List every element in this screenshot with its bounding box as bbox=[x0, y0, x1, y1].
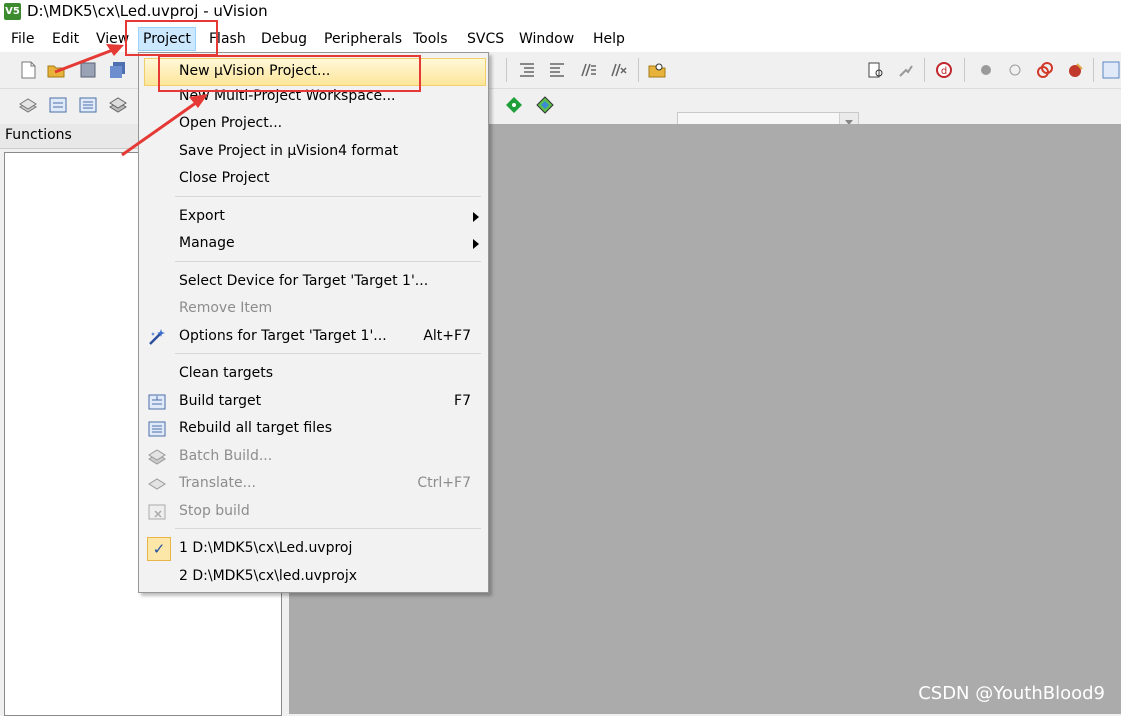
browse-icon[interactable] bbox=[896, 60, 916, 80]
disable-breakpoint-icon[interactable] bbox=[1005, 60, 1025, 80]
indent-icon[interactable] bbox=[517, 60, 537, 80]
menu-export[interactable]: Export bbox=[141, 204, 485, 230]
menu-open-project[interactable]: Open Project... bbox=[141, 111, 485, 137]
menu-recent-project-2[interactable]: 2 D:\MDK5\cx\led.uvprojx bbox=[141, 564, 485, 590]
save-all-icon[interactable] bbox=[108, 60, 128, 80]
menu-remove-item[interactable]: Remove Item bbox=[141, 296, 485, 322]
menu-batch-build[interactable]: Batch Build... bbox=[141, 444, 485, 470]
rebuild-icon[interactable] bbox=[78, 95, 98, 115]
annotation-box-project-menu bbox=[125, 20, 218, 56]
menu-window[interactable]: Window bbox=[515, 29, 578, 49]
menu-separator bbox=[175, 196, 481, 197]
submenu-arrow-icon bbox=[473, 212, 479, 222]
menu-manage[interactable]: Manage bbox=[141, 231, 485, 257]
menu-separator bbox=[175, 261, 481, 262]
menu-stop-build[interactable]: Stop build bbox=[141, 499, 485, 525]
menu-clean-targets[interactable]: Clean targets bbox=[141, 361, 485, 387]
find-in-files-icon[interactable] bbox=[647, 60, 667, 80]
toolbar-separator bbox=[506, 58, 507, 82]
menu-translate[interactable]: Translate... Ctrl+F7 bbox=[141, 471, 485, 497]
menu-select-device[interactable]: Select Device for Target 'Target 1'... bbox=[141, 269, 485, 295]
project-menu-dropdown: New µVision Project... New Multi-Project… bbox=[138, 52, 489, 593]
rebuild-icon bbox=[148, 421, 166, 437]
open-file-icon[interactable] bbox=[46, 60, 66, 80]
menu-tools[interactable]: Tools bbox=[409, 29, 452, 49]
select-packs-icon[interactable] bbox=[504, 95, 524, 115]
functions-title: Functions bbox=[5, 127, 72, 143]
translate-icon[interactable] bbox=[18, 95, 38, 115]
menu-peripherals[interactable]: Peripherals bbox=[320, 29, 406, 49]
menu-rebuild-all[interactable]: Rebuild all target files bbox=[141, 416, 485, 442]
menu-separator bbox=[175, 353, 481, 354]
menu-separator bbox=[175, 528, 481, 529]
menu-file[interactable]: File bbox=[7, 29, 38, 49]
magic-wand-icon bbox=[149, 329, 165, 345]
menu-edit[interactable]: Edit bbox=[48, 29, 83, 49]
pack-installer-icon[interactable] bbox=[535, 95, 555, 115]
stop-build-icon bbox=[148, 504, 166, 520]
breakpoint-icon[interactable] bbox=[976, 60, 996, 80]
kill-all-breakpoints-icon[interactable] bbox=[1065, 60, 1085, 80]
new-file-icon[interactable] bbox=[18, 60, 38, 80]
menu-save-project-uvision4[interactable]: Save Project in µVision4 format bbox=[141, 139, 485, 165]
menu-close-project[interactable]: Close Project bbox=[141, 166, 485, 192]
project-window-icon[interactable] bbox=[1101, 60, 1121, 80]
translate-icon bbox=[148, 478, 166, 490]
menu-debug[interactable]: Debug bbox=[257, 29, 311, 49]
menu-options-for-target[interactable]: Options for Target 'Target 1'... Alt+F7 bbox=[141, 324, 485, 350]
save-icon[interactable] bbox=[78, 60, 98, 80]
toolbar-separator bbox=[638, 58, 639, 82]
toolbar-separator bbox=[924, 58, 925, 82]
comment-icon[interactable] bbox=[578, 60, 598, 80]
debug-session-icon[interactable]: d bbox=[934, 60, 954, 80]
unindent-icon[interactable] bbox=[547, 60, 567, 80]
batch-build-icon bbox=[148, 449, 166, 465]
incremental-find-icon[interactable] bbox=[866, 60, 886, 80]
watermark: CSDN @YouthBlood9 bbox=[918, 683, 1105, 704]
menu-build-target[interactable]: Build target F7 bbox=[141, 389, 485, 415]
toolbar-separator bbox=[964, 58, 965, 82]
menu-svcs[interactable]: SVCS bbox=[463, 29, 508, 49]
menu-help[interactable]: Help bbox=[589, 29, 629, 49]
window-title: D:\MDK5\cx\Led.uvproj - uVision bbox=[27, 2, 268, 20]
uvision-logo-icon: V5 bbox=[4, 3, 21, 20]
checkmark-icon: ✓ bbox=[147, 537, 171, 561]
disable-all-breakpoints-icon[interactable] bbox=[1035, 60, 1055, 80]
svg-text:d: d bbox=[941, 66, 947, 77]
toolbar-separator bbox=[1093, 58, 1094, 82]
menu-recent-project-1[interactable]: ✓ 1 D:\MDK5\cx\Led.uvproj bbox=[141, 536, 485, 562]
annotation-box-new-project bbox=[158, 55, 421, 92]
uncomment-icon[interactable] bbox=[608, 60, 628, 80]
submenu-arrow-icon bbox=[473, 239, 479, 249]
batch-build-icon[interactable] bbox=[108, 95, 128, 115]
build-icon[interactable] bbox=[48, 95, 68, 115]
build-icon bbox=[148, 394, 166, 410]
